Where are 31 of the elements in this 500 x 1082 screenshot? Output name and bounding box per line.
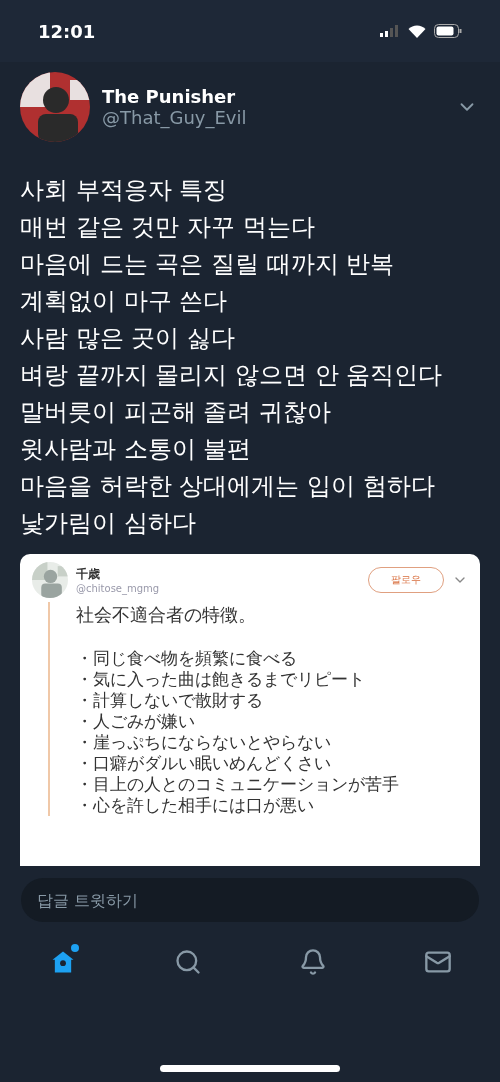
author-handle: @That_Guy_Evil bbox=[102, 107, 248, 128]
tweet-text-line: 마음을 허락한 상대에게는 입이 험하다 bbox=[20, 471, 435, 502]
bullet-item: ・口癖がダルい眠いめんどくさい bbox=[76, 753, 332, 774]
author-name: The Punisher bbox=[102, 86, 237, 107]
signal-icon bbox=[380, 25, 400, 37]
tweet-text-line: 낯가림이 심하다 bbox=[20, 508, 196, 539]
tweet-text-line: 벼랑 끝까지 몰리지 않으면 안 움직인다 bbox=[20, 360, 443, 391]
tweet-text-line: 사회 부적응자 특징 bbox=[20, 175, 228, 206]
bullet-item: ・同じ食べ物を頻繁に食べる bbox=[76, 648, 298, 669]
tweet-text-line: 마음에 드는 곡은 질릴 때까지 반복 bbox=[20, 249, 395, 280]
tweet-text-line: 사람 많은 곳이 싫다 bbox=[20, 323, 235, 354]
embedded-title: 社会不適合者の特徴。 bbox=[76, 603, 256, 627]
bullet-item: ・崖っぷちにならないとやらない bbox=[76, 732, 332, 753]
tweet-text-line: 윗사람과 소통이 불편 bbox=[20, 434, 252, 465]
bullet-item: ・気に入った曲は飽きるまでリピート bbox=[76, 669, 366, 690]
follow-button[interactable]: 팔로우 bbox=[368, 567, 444, 593]
bullet-item: ・心を許した相手には口が悪い bbox=[76, 795, 315, 816]
bullet-item: ・目上の人とのコミュニケーションが苦手 bbox=[76, 774, 400, 795]
search-icon bbox=[173, 948, 202, 976]
bullet-item: ・人ごみが嫌い bbox=[76, 711, 196, 732]
bullet-item: ・計算しないで散財する bbox=[76, 690, 264, 711]
tweet-text-line: 계획없이 마구 쓴다 bbox=[20, 286, 228, 317]
reply-field[interactable]: 답글 트윗하기 bbox=[21, 878, 479, 922]
tweet-text-line: 매번 같은 것만 자꾸 먹는다 bbox=[20, 212, 315, 243]
author-name: 千歳 bbox=[76, 566, 100, 583]
bell-icon bbox=[298, 948, 327, 976]
tweet-text-line: 말버릇이 피곤해 졸려 귀찮아 bbox=[20, 397, 331, 428]
status-time: 12:01 bbox=[38, 20, 96, 42]
wifi-icon bbox=[408, 24, 426, 38]
author-handle: @chitose_mgmg bbox=[76, 583, 160, 594]
battery-icon bbox=[434, 24, 462, 38]
